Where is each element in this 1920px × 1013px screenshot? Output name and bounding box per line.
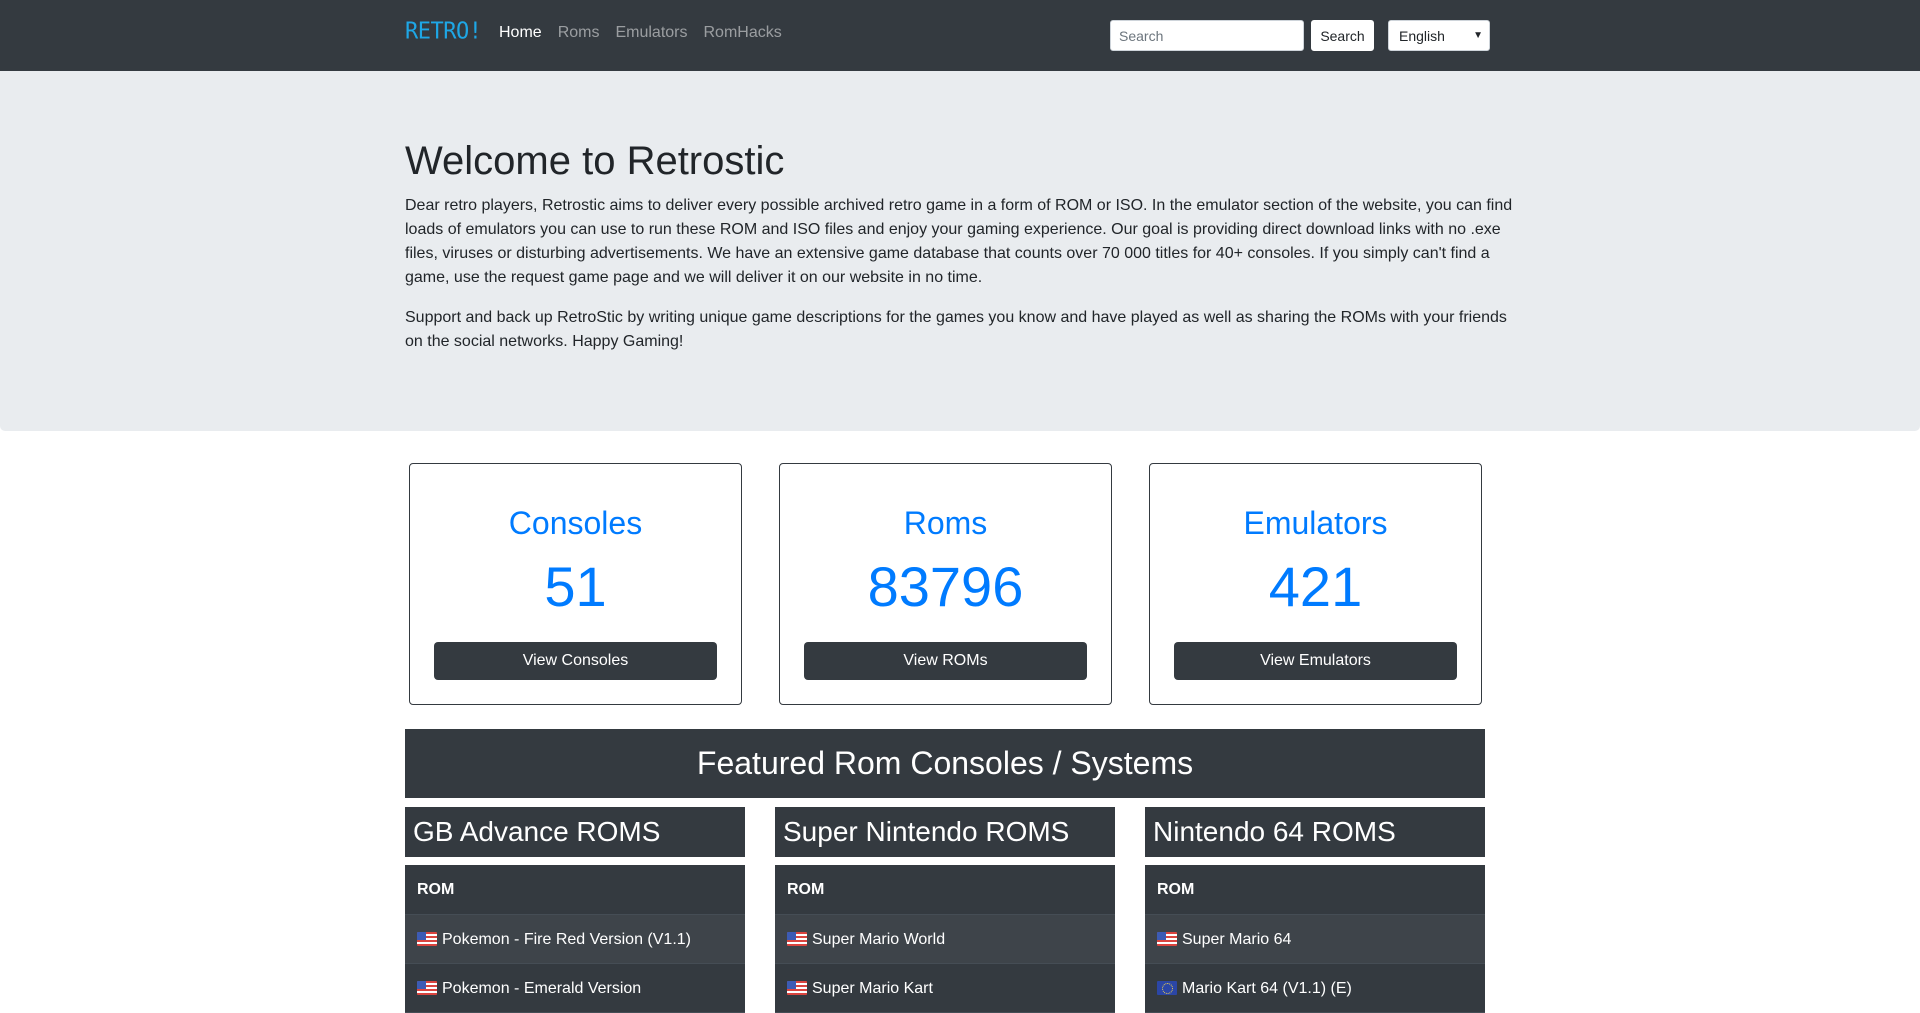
top-navbar: RETRO! Home Roms Emulators RomHacks Sear… — [0, 0, 1920, 71]
view-consoles-button[interactable]: View Consoles — [434, 642, 717, 680]
rom-name: Super Mario Kart — [812, 979, 933, 997]
table-row[interactable]: Pokemon - Fire Red Version (V1.1) — [405, 915, 745, 964]
table-row[interactable]: Super Mario World — [775, 915, 1115, 964]
brand-logo[interactable]: RETRO! — [405, 18, 482, 44]
support-paragraph: Support and back up RetroStic by writing… — [405, 309, 1507, 350]
card-title: Consoles — [508, 505, 643, 541]
column-title[interactable]: GB Advance ROMS — [405, 807, 745, 857]
intro-paragraph: Dear retro players, Retrostic aims to de… — [405, 197, 1513, 286]
consoles-stat-card: Consoles 51 View Consoles — [409, 463, 742, 705]
page-title: Welcome to Retrostic — [405, 139, 785, 183]
welcome-jumbotron: Welcome to Retrostic Dear retro players,… — [0, 71, 1920, 431]
us-flag-icon — [417, 932, 437, 946]
column-title[interactable]: Nintendo 64 ROMS — [1145, 807, 1485, 857]
language-selected-label: English — [1399, 27, 1445, 44]
emulators-stat-card: Emulators 421 View Emulators — [1149, 463, 1482, 705]
gba-roms-column: GB Advance ROMS ROM Pokemon - Fire Red V… — [405, 807, 745, 1013]
us-flag-icon — [787, 932, 807, 946]
search-input[interactable] — [1110, 20, 1304, 51]
language-select[interactable]: English ▼ — [1388, 20, 1490, 51]
rom-name: Pokemon - Emerald Version — [442, 979, 642, 997]
nav-link-romhacks[interactable]: RomHacks — [704, 24, 782, 42]
view-emulators-button[interactable]: View Emulators — [1174, 642, 1457, 680]
featured-heading: Featured Rom Consoles / Systems — [405, 729, 1485, 798]
card-count: 83796 — [867, 555, 1024, 619]
chevron-down-icon: ▼ — [1473, 30, 1483, 41]
rom-table: ROM Super Mario 64 Mario Kart 64 (V1.1) … — [1145, 865, 1485, 1013]
card-count: 51 — [544, 555, 607, 619]
rom-name: Mario Kart 64 (V1.1) (E) — [1182, 979, 1352, 997]
table-row[interactable]: Mario Kart 64 (V1.1) (E) — [1145, 964, 1485, 1013]
rom-table: ROM Pokemon - Fire Red Version (V1.1) Po… — [405, 865, 745, 1013]
table-row[interactable]: Super Mario 64 — [1145, 915, 1485, 964]
main-nav: Home Roms Emulators RomHacks — [499, 24, 782, 42]
nav-link-roms[interactable]: Roms — [558, 24, 600, 42]
rom-name: Super Mario 64 — [1182, 930, 1292, 948]
rom-table: ROM Super Mario World Super Mario Kart — [775, 865, 1115, 1013]
rom-name: Pokemon - Fire Red Version (V1.1) — [442, 930, 691, 948]
nav-link-emulators[interactable]: Emulators — [615, 24, 687, 42]
n64-roms-column: Nintendo 64 ROMS ROM Super Mario 64 Mari… — [1145, 807, 1485, 1013]
card-count: 421 — [1268, 555, 1363, 619]
table-header: ROM — [1145, 865, 1485, 915]
nav-link-home[interactable]: Home — [499, 24, 542, 42]
roms-stat-card: Roms 83796 View ROMs — [779, 463, 1112, 705]
table-header: ROM — [775, 865, 1115, 915]
column-title[interactable]: Super Nintendo ROMS — [775, 807, 1115, 857]
card-title: Roms — [903, 505, 988, 541]
rom-name: Super Mario World — [812, 930, 946, 948]
table-header: ROM — [405, 865, 745, 915]
card-title: Emulators — [1243, 505, 1388, 541]
view-roms-button[interactable]: View ROMs — [804, 642, 1087, 680]
search-button[interactable]: Search — [1311, 20, 1374, 51]
table-row[interactable]: Super Mario Kart — [775, 964, 1115, 1013]
us-flag-icon — [1157, 932, 1177, 946]
table-row[interactable]: Pokemon - Emerald Version — [405, 964, 745, 1013]
snes-roms-column: Super Nintendo ROMS ROM Super Mario Worl… — [775, 807, 1115, 1013]
